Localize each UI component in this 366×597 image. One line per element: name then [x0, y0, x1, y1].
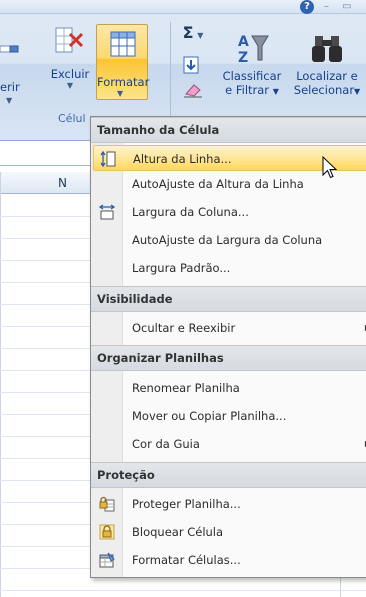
sort-filter-label-1: Classificar	[222, 69, 282, 83]
menu-item-label: Bloquear Célula	[132, 525, 224, 539]
menu-header-organize-sheets: Organizar Planilhas	[91, 345, 366, 371]
help-icon[interactable]: ?	[300, 0, 314, 14]
menu-item-rename-sheet[interactable]: Renomear Planilha	[91, 375, 366, 401]
svg-text:A: A	[238, 34, 249, 50]
row-height-icon	[100, 151, 116, 167]
delete-button[interactable]: Excluir ▼	[48, 24, 92, 91]
sort-filter-label-2: e Filtrar ▼	[225, 83, 279, 97]
format-button[interactable]: Formatar ▼	[96, 24, 150, 100]
autosum-dropdown-icon: ▼	[197, 31, 204, 40]
format-dropdown-menu: Tamanho da Célula Altura da Linha... Aut…	[90, 116, 366, 578]
format-cells-ribbon-icon	[110, 31, 136, 57]
menu-item-format-cells[interactable]: Formatar Células...	[91, 547, 366, 573]
delete-dropdown-icon: ▼	[66, 81, 74, 90]
column-header-n[interactable]: N	[58, 176, 67, 190]
insert-button[interactable]: erir ▼	[0, 30, 20, 105]
delete-cells-icon	[55, 27, 84, 53]
menu-item-label: Proteger Planilha...	[132, 497, 241, 511]
menu-item-label: Mover ou Copiar Planilha...	[132, 409, 287, 423]
menu-item-label: Formatar Células...	[132, 553, 241, 567]
fill-down-icon	[183, 56, 199, 74]
menu-item-label: AutoAjuste da Largura da Coluna	[132, 233, 323, 247]
find-select-label-2: Selecionar▼	[293, 83, 361, 97]
group-separator	[170, 22, 171, 122]
format-button-label: Formatar	[97, 75, 150, 89]
menu-item-label: Largura Padrão...	[132, 261, 231, 275]
menu-item-label: Altura da Linha...	[133, 152, 232, 166]
insert-cells-icon	[0, 45, 19, 53]
menu-item-hide-unhide[interactable]: Ocultar e Reexibir ▶	[91, 315, 366, 341]
binoculars-icon	[312, 36, 342, 62]
find-select-dropdown-icon: ▼	[354, 87, 361, 96]
menu-item-column-width[interactable]: Largura da Coluna...	[91, 199, 366, 225]
format-dropdown-icon: ▼	[117, 89, 124, 98]
row-gridline	[0, 590, 366, 591]
fill-button[interactable]	[176, 56, 210, 77]
format-cells-icon	[99, 552, 115, 568]
menu-item-protect-sheet[interactable]: Proteger Planilha...	[91, 491, 366, 517]
column-divider	[0, 172, 1, 597]
menu-item-label: AutoAjuste da Altura da Linha	[132, 177, 304, 191]
lock-cell-icon	[99, 524, 115, 540]
minimize-icon[interactable]: –	[324, 1, 329, 12]
menu-item-label: Largura da Coluna...	[132, 205, 249, 219]
protect-sheet-icon	[99, 496, 115, 512]
insert-button-label: erir	[0, 80, 20, 94]
menu-header-visibility: Visibilidade	[91, 286, 366, 312]
menu-item-lock-cell[interactable]: Bloquear Célula	[91, 519, 366, 545]
insert-dropdown-icon: ▼	[6, 96, 13, 105]
menu-item-move-copy-sheet[interactable]: Mover ou Copiar Planilha...	[91, 403, 366, 429]
menu-item-tab-color[interactable]: Cor da Guia ▶	[91, 431, 366, 457]
menu-item-label: Renomear Planilha	[132, 381, 240, 395]
cells-group-label: Célul	[58, 112, 86, 125]
find-select-label-1: Localizar e	[296, 69, 358, 83]
column-width-icon	[99, 204, 115, 220]
clear-button[interactable]	[176, 82, 210, 101]
sort-filter-dropdown-icon: ▼	[272, 87, 279, 96]
menu-header-protection: Proteção	[91, 462, 366, 488]
menu-item-autofit-column-width[interactable]: AutoAjuste da Largura da Coluna	[91, 227, 366, 253]
sort-filter-icon: A Z	[238, 34, 269, 66]
autosum-button[interactable]: Σ ▼	[176, 23, 210, 43]
find-select-button[interactable]: Localizar e Selecionar▼	[288, 30, 366, 99]
menu-header-cell-size: Tamanho da Célula	[91, 117, 366, 143]
autosum-icon: Σ	[182, 23, 194, 42]
restore-icon[interactable]: ▭	[342, 1, 351, 12]
menu-item-label: Ocultar e Reexibir	[132, 321, 236, 335]
svg-text:Z: Z	[238, 50, 248, 66]
menu-item-default-width[interactable]: Largura Padrão...	[91, 255, 366, 281]
mouse-cursor-icon	[322, 156, 338, 179]
sort-filter-button[interactable]: A Z Classificar e Filtrar ▼	[214, 30, 290, 99]
menu-item-label: Cor da Guia	[132, 437, 200, 451]
eraser-icon	[184, 84, 202, 98]
delete-button-label: Excluir	[50, 67, 90, 81]
